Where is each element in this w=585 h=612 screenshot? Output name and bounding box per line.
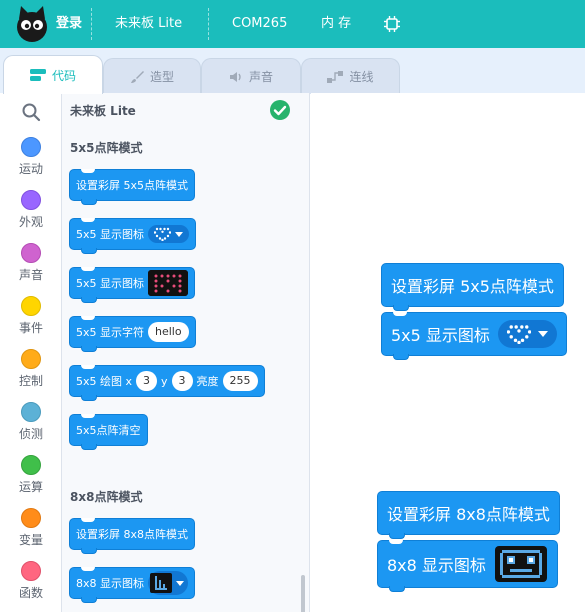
- category-label: 侦测: [18, 427, 43, 441]
- block-label: 5x5 绘图 x: [76, 375, 133, 388]
- block-show-icon-5x5-matrix[interactable]: 5x5 显示图标: [69, 267, 196, 303]
- category-label: 控制: [18, 374, 43, 388]
- category-sound[interactable]: 声音: [0, 243, 62, 283]
- y-input[interactable]: 3: [171, 371, 193, 391]
- search-icon[interactable]: [21, 102, 41, 122]
- memory-button[interactable]: 内 存: [321, 0, 351, 48]
- category-dot: [21, 455, 41, 475]
- block-label: 5x5 显示图标: [391, 326, 490, 345]
- category-sensing[interactable]: 侦测: [0, 402, 62, 442]
- code-workspace[interactable]: 设置彩屏 5x5点阵模式 5x5 显示图标 设置彩屏 8x8点阵模式 8x8 显…: [311, 93, 585, 612]
- cat-logo-icon[interactable]: [14, 5, 50, 43]
- category-control[interactable]: 控制: [0, 349, 62, 389]
- block-show-char-5x5[interactable]: 5x5 显示字符 hello: [69, 316, 196, 352]
- block-label: 5x5 显示字符: [76, 326, 145, 339]
- block-label: 5x5点阵清空: [76, 424, 141, 437]
- category-events[interactable]: 事件: [0, 296, 62, 336]
- workspace-block-set-5x5[interactable]: 设置彩屏 5x5点阵模式: [381, 263, 564, 311]
- category-variables[interactable]: 变量: [0, 508, 62, 548]
- tab-bar: 代码 造型 声音 连线: [0, 48, 585, 94]
- tab-wiring[interactable]: 连线: [301, 58, 400, 94]
- category-operators[interactable]: 运算: [0, 455, 62, 495]
- category-label: 声音: [18, 268, 43, 282]
- block-label: 8x8 显示图标: [387, 556, 486, 575]
- icon-dropdown[interactable]: [148, 225, 190, 243]
- chevron-down-icon: [537, 331, 548, 337]
- chevron-down-icon: [175, 231, 184, 237]
- category-dot: [21, 296, 41, 316]
- icon-dropdown[interactable]: [148, 571, 189, 595]
- category-looks[interactable]: 外观: [0, 190, 62, 230]
- block-label: 8x8 显示图标: [76, 577, 145, 590]
- category-label: 运算: [18, 480, 43, 494]
- bar-icon: [150, 573, 173, 593]
- tab-sound-label: 声音: [248, 70, 273, 84]
- wiring-icon: [327, 70, 344, 83]
- x-input[interactable]: 3: [136, 371, 158, 391]
- speaker-icon: [229, 71, 241, 82]
- category-dot: [21, 508, 41, 528]
- port-selector[interactable]: COM265: [232, 0, 287, 48]
- brush-icon: [130, 70, 144, 83]
- tab-code[interactable]: 代码: [3, 55, 103, 94]
- block-draw-5x5[interactable]: 5x5 绘图 x 3 y 3 亮度 255: [69, 365, 265, 401]
- workspace-block-show-icon-8x8[interactable]: 8x8 显示图标: [377, 540, 558, 592]
- block-label: 设置彩屏 8x8点阵模式: [387, 505, 550, 524]
- heart-icon: [154, 227, 172, 241]
- connected-check-icon: [270, 100, 290, 120]
- category-dot: [21, 349, 41, 369]
- y-label: y: [161, 374, 168, 388]
- block-label: 设置彩屏 8x8点阵模式: [76, 528, 189, 541]
- topbar-separator: [208, 8, 209, 40]
- category-dot: [21, 561, 41, 581]
- palette-device-title: 未来板 Lite: [70, 104, 136, 118]
- category-motion[interactable]: 运动: [0, 137, 62, 177]
- code-icon: [29, 69, 46, 81]
- tab-sound[interactable]: 声音: [201, 58, 301, 94]
- tab-code-label: 代码: [51, 68, 76, 83]
- category-dot: [21, 137, 41, 157]
- block-show-icon-8x8[interactable]: 8x8 显示图标: [69, 567, 196, 603]
- category-dot: [21, 402, 41, 422]
- block-set-5x5-mode[interactable]: 设置彩屏 5x5点阵模式: [69, 169, 196, 205]
- block-label: 设置彩屏 5x5点阵模式: [391, 277, 554, 296]
- chevron-down-icon: [176, 580, 185, 586]
- icon-dropdown[interactable]: [497, 320, 557, 348]
- block-label: 5x5 显示图标: [76, 228, 145, 241]
- section-5x5-title: 5x5点阵模式: [70, 141, 143, 155]
- tab-costume-label: 造型: [149, 70, 174, 84]
- category-label: 事件: [18, 321, 43, 335]
- heart-icon: [506, 325, 531, 344]
- tab-wiring-label: 连线: [349, 70, 374, 84]
- category-functions[interactable]: 函数: [0, 561, 62, 601]
- category-dot: [21, 243, 41, 263]
- tab-costume[interactable]: 造型: [103, 58, 201, 94]
- category-label: 变量: [18, 533, 43, 547]
- block-set-8x8-mode[interactable]: 设置彩屏 8x8点阵模式: [69, 518, 196, 554]
- block-palette: 未来板 Lite 5x5点阵模式 设置彩屏 5x5点阵模式 5x5 显示图标 5…: [62, 93, 310, 612]
- topbar-separator: [91, 8, 92, 40]
- block-label: 5x5 显示图标: [76, 277, 145, 290]
- category-label: 外观: [18, 215, 43, 229]
- category-label: 函数: [18, 586, 43, 600]
- block-show-icon-5x5[interactable]: 5x5 显示图标: [69, 218, 197, 254]
- category-dot: [21, 190, 41, 210]
- brightness-label: 亮度: [196, 375, 219, 388]
- category-label: 运动: [18, 162, 43, 176]
- chip-icon[interactable]: [384, 16, 400, 32]
- category-menu: 运动 外观 声音 事件 控制 侦测 运算 变量 函数: [0, 93, 62, 612]
- char-input[interactable]: hello: [148, 322, 189, 342]
- top-bar: 登录 未来板 Lite COM265 内 存: [0, 0, 585, 48]
- block-label: 设置彩屏 5x5点阵模式: [76, 179, 189, 192]
- robot-face-icon[interactable]: [494, 545, 548, 583]
- workspace-block-set-8x8[interactable]: 设置彩屏 8x8点阵模式: [377, 491, 560, 539]
- block-clear-5x5[interactable]: 5x5点阵清空: [69, 414, 148, 450]
- workspace-block-show-icon-5x5[interactable]: 5x5 显示图标: [381, 312, 567, 360]
- login-link[interactable]: 登录: [56, 0, 82, 48]
- brightness-input[interactable]: 255: [222, 371, 258, 391]
- palette-scrollbar[interactable]: [301, 575, 305, 612]
- device-selector[interactable]: 未来板 Lite: [115, 0, 182, 48]
- led-matrix-icon[interactable]: [148, 270, 189, 296]
- section-8x8-title: 8x8点阵模式: [70, 490, 143, 504]
